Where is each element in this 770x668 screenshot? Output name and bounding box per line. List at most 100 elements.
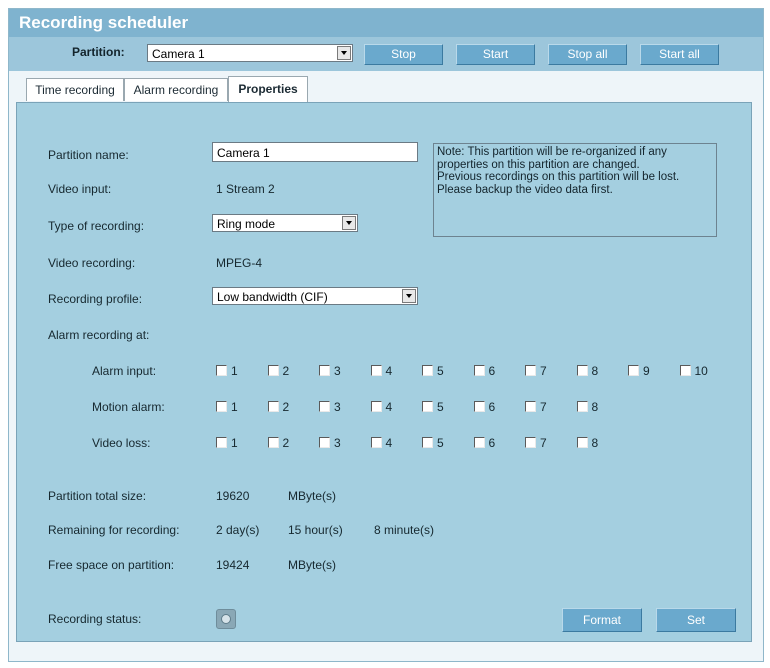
format-button[interactable]: Format [562,608,642,632]
partition-label: Partition: [72,45,125,59]
partition-select[interactable]: Camera 1 [147,44,353,62]
chevron-down-icon[interactable] [402,289,416,303]
window-title: Recording scheduler [19,13,189,32]
video-input-label: Video input: [48,182,112,196]
recording-profile-label: Recording profile: [48,292,143,306]
alarm-input-checkbox-label: 9 [643,364,650,378]
note-line-3: Previous recordings on this partition wi… [437,171,680,183]
remaining-days: 2 day(s) [216,523,260,537]
motion-alarm-checkbox-label: 2 [282,400,290,414]
video-loss-checkbox-box[interactable] [422,437,433,448]
note-box: Note: This partition will be re-organize… [433,143,717,237]
alarm-input-checkbox-box[interactable] [628,365,639,376]
alarm-input-checkbox-label: 3 [334,364,341,378]
alarm-input-checkbox-box[interactable] [216,365,227,376]
motion-alarm-checkbox-box[interactable] [267,401,279,412]
start-all-button[interactable]: Start all [640,44,719,65]
video-loss-checkbox-box[interactable] [267,437,279,448]
note-line-1: Note: This partition will be re-organize… [437,146,667,158]
partition-select-value: Camera 1 [152,47,205,61]
alarm-input-checkbox-box[interactable] [473,365,485,376]
video-loss-checkbox-box[interactable] [216,437,227,448]
motion-alarm-checkbox-box[interactable] [525,401,536,412]
alarm-input-checkbox-label: 6 [488,364,496,378]
alarm-input-checkbox-box[interactable] [267,365,279,376]
motion-alarm-label: Motion alarm: [92,400,165,414]
type-of-recording-label: Type of recording: [48,219,145,233]
video-recording-value: MPEG-4 [216,256,263,270]
type-of-recording-select[interactable]: Ring mode [212,214,358,232]
note-line-2: properties on this partition are changed… [437,158,640,171]
video-loss-checkbox-box[interactable] [473,437,485,448]
alarm-input-checkbox-box[interactable] [679,365,691,376]
title-bar: Recording scheduler [9,9,763,37]
motion-alarm-checkbox-label: 4 [385,400,393,414]
motion-alarm-checkbox-box[interactable] [576,401,588,412]
motion-alarm-checkbox-label: 3 [334,400,341,414]
alarm-input-checkbox-label: 7 [540,364,547,378]
alarm-input-checkbox-box[interactable] [319,365,330,376]
stop-button[interactable]: Stop [364,44,443,65]
partition-name-input[interactable]: Camera 1 [212,142,418,162]
motion-alarm-checkbox-box[interactable] [473,401,485,412]
alarm-input-checkbox-label: 5 [437,364,444,378]
partition-name-label: Partition name: [48,148,129,162]
alarm-input-checkbox-box[interactable] [422,365,433,376]
partition-total-size-unit: MByte(s) [288,489,336,503]
video-recording-label: Video recording: [48,256,136,270]
chevron-down-icon[interactable] [342,216,356,230]
alarm-input-checkbox-label: 1 [231,364,238,378]
motion-alarm-checkbox-box[interactable] [370,401,382,412]
recording-status-label: Recording status: [48,612,142,626]
video-loss-checkbox-label: 2 [282,436,290,450]
free-space-label: Free space on partition: [48,558,175,572]
start-button[interactable]: Start [456,44,535,65]
motion-alarm-checkbox-box[interactable] [216,401,227,412]
motion-alarm-checkbox-label: 1 [231,400,238,414]
note-line-4: Please backup the video data first. [437,183,613,196]
remaining-minutes: 8 minute(s) [374,523,435,537]
alarm-recording-at-label: Alarm recording at: [48,328,150,342]
motion-alarm-checkbox-box[interactable] [319,401,330,412]
alarm-input-checkbox-box[interactable] [525,365,536,376]
alarm-input-label: Alarm input: [92,364,157,378]
video-loss-checkbox-label: 4 [385,436,393,450]
motion-alarm-checkbox-label: 5 [437,400,444,414]
recording-status-icon [216,609,236,629]
partition-name-value: Camera 1 [217,146,270,160]
remaining-hours: 15 hour(s) [288,523,343,537]
motion-alarm-checkbox-label: 7 [540,400,547,414]
tab-alarm-recording[interactable]: Alarm recording [124,78,228,101]
video-loss-checkbox-box[interactable] [370,437,382,448]
recording-profile-select[interactable]: Low bandwidth (CIF) [212,287,418,305]
motion-alarm-checkbox-label: 8 [591,400,599,414]
video-loss-checkbox-label: 7 [540,436,547,450]
alarm-input-checkbox-label: 4 [385,364,393,378]
video-loss-checkbox-label: 6 [488,436,496,450]
set-button[interactable]: Set [656,608,736,632]
motion-alarm-checkbox-box[interactable] [422,401,433,412]
tab-properties[interactable]: Properties [228,76,308,102]
tab-time-recording[interactable]: Time recording [26,78,124,101]
video-loss-checkbox-box[interactable] [319,437,330,448]
alarm-input-checkbox-box[interactable] [576,365,588,376]
free-space-unit: MByte(s) [288,558,336,572]
type-of-recording-value: Ring mode [217,217,276,231]
stop-all-button[interactable]: Stop all [548,44,627,65]
alarm-input-checkbox-box[interactable] [370,365,382,376]
video-loss-label: Video loss: [92,436,151,450]
video-loss-checkbox-box[interactable] [525,437,536,448]
partition-total-size-value: 19620 [216,489,250,503]
video-loss-checkbox-label: 5 [437,436,444,450]
remaining-for-recording-label: Remaining for recording: [48,523,180,537]
free-space-value: 19424 [216,558,250,572]
alarm-input-checkbox-label: 2 [282,364,290,378]
chevron-down-icon[interactable] [337,46,351,60]
video-loss-checkbox-label: 1 [231,436,238,450]
video-loss-checkbox-box[interactable] [576,437,588,448]
video-loss-checkbox-label: 3 [334,436,341,450]
video-input-value: 1 Stream 2 [216,182,275,196]
partition-total-size-label: Partition total size: [48,489,147,503]
alarm-input-checkbox-label: 8 [591,364,599,378]
recording-profile-value: Low bandwidth (CIF) [217,290,328,304]
